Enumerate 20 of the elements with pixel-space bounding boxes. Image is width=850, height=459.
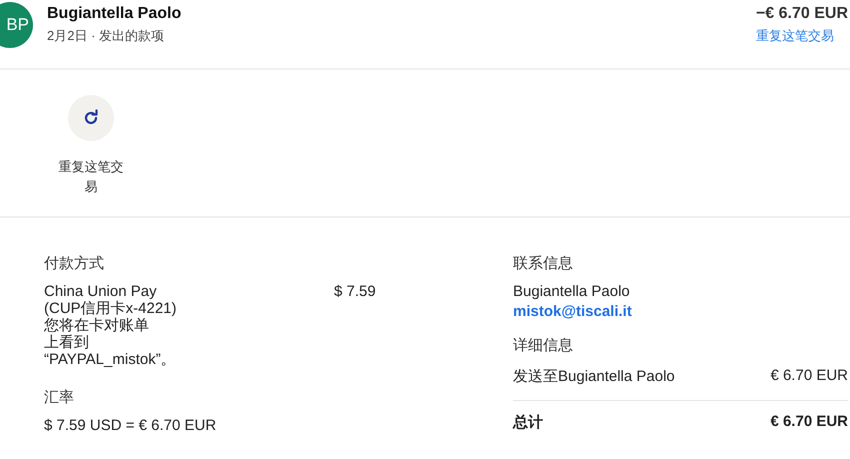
transaction-subtitle: 2月2日 · 发出的款项	[47, 27, 166, 45]
section-title: 汇率	[44, 388, 75, 407]
repeat-transaction-link[interactable]: 重复这笔交易	[756, 27, 834, 45]
email-link[interactable]: mistok@tiscali.it	[513, 303, 848, 320]
payment-amount: $ 7.59	[334, 283, 376, 302]
repeat-button[interactable]	[68, 95, 114, 141]
detail-value: € 6.70 EUR	[770, 367, 848, 386]
section-title: 付款方式	[44, 254, 105, 273]
payment-method-text: China Union Pay (CUP信用卡x-4221) 您将在卡对账单 上看到 “PAYPAL_mistok”。	[44, 283, 178, 368]
section-title: 详细信息	[513, 336, 574, 355]
transaction-amount: −€ 6.70 EUR	[756, 5, 848, 23]
contact-name: Bugiantella Paolo	[513, 283, 631, 300]
action-label: 重复这笔交易	[58, 158, 124, 196]
avatar: BP	[0, 2, 33, 48]
exchange-rate: $ 7.59 USD = € 6.70 EUR	[44, 417, 218, 434]
section-title: 联系信息	[513, 254, 574, 273]
total-value: € 6.70 EUR	[770, 413, 848, 432]
detail-label: 发送至Bugiantella Paolo	[513, 367, 675, 386]
total-label: 总计	[513, 413, 543, 432]
payee-name: Bugiantella Paolo	[47, 5, 182, 23]
